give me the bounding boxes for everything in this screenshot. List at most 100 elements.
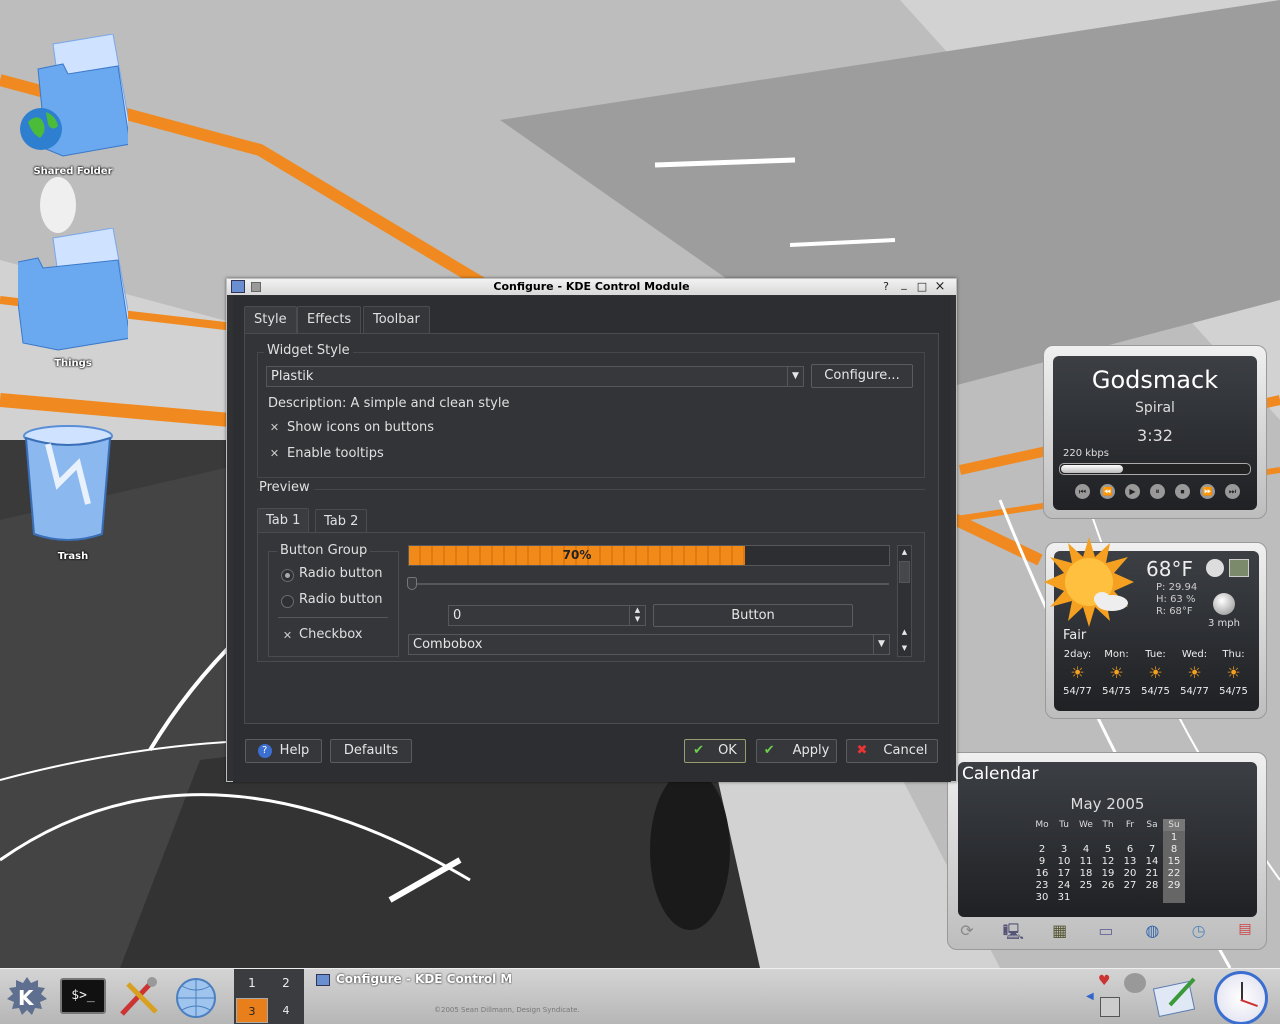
pager-desktop-1[interactable]: 1 xyxy=(236,971,268,996)
calendar-day[interactable]: 29 xyxy=(1163,879,1185,891)
tray-expand-arrow-icon[interactable]: ◀ xyxy=(1086,991,1094,1002)
scroll-up-icon[interactable]: ▲ xyxy=(898,626,911,639)
calendar-day[interactable]: 3 xyxy=(1053,843,1075,855)
tray-speaker-icon[interactable] xyxy=(1124,973,1146,993)
close-icon[interactable]: × xyxy=(933,280,947,294)
widget-style-combobox[interactable]: Plastik ▼ xyxy=(266,366,804,387)
last-track-icon[interactable]: ⏭ xyxy=(1225,484,1240,499)
calendar-day[interactable]: 1 xyxy=(1163,831,1185,843)
calendar-day[interactable]: 9 xyxy=(1031,855,1053,867)
calendar-day[interactable]: 22 xyxy=(1163,867,1185,879)
fast-forward-icon[interactable]: ⏩ xyxy=(1200,484,1215,499)
task-button-configure[interactable]: Configure - KDE Control Mo xyxy=(316,969,512,989)
pager-desktop-3[interactable]: 3 xyxy=(236,998,268,1023)
stop-icon[interactable]: ⏹ xyxy=(1175,484,1190,499)
preview-checkbox[interactable]: ✕ xyxy=(281,630,294,643)
preview-slider-track[interactable] xyxy=(409,583,889,585)
calendar-day[interactable]: 25 xyxy=(1075,879,1097,891)
calendar-day[interactable]: 8 xyxy=(1163,843,1185,855)
scrollbar-thumb[interactable] xyxy=(899,561,910,583)
preview-scrollbar[interactable]: ▲ ▲ ▼ xyxy=(897,545,912,657)
calendar-day[interactable]: 20 xyxy=(1119,867,1141,879)
maximize-icon[interactable]: □ xyxy=(915,280,929,294)
calendar-day[interactable]: 13 xyxy=(1119,855,1141,867)
notes-icon[interactable] xyxy=(1152,975,1202,1019)
tab-style[interactable]: Style xyxy=(244,306,297,334)
chip-icon[interactable]: ▦ xyxy=(1049,921,1071,943)
scroll-up-icon[interactable]: ▲ xyxy=(898,546,911,559)
calendar-day[interactable]: 15 xyxy=(1163,855,1185,867)
radio-button-1[interactable] xyxy=(281,569,294,582)
first-track-icon[interactable]: ⏮ xyxy=(1075,484,1090,499)
cancel-button[interactable]: ✖ Cancel xyxy=(846,739,938,763)
desktop-icon-trash[interactable]: Trash xyxy=(18,424,128,562)
kde-menu-icon[interactable]: K xyxy=(4,974,50,1020)
help-icon[interactable]: ? xyxy=(879,280,893,294)
window-menu-icon[interactable] xyxy=(231,280,245,293)
configure-button[interactable]: Configure... xyxy=(811,364,913,388)
preview-spinbox[interactable]: 0 ▲ ▼ xyxy=(448,605,646,626)
preview-slider-handle[interactable] xyxy=(407,577,417,590)
preview-checkbox-label[interactable]: Checkbox xyxy=(299,627,363,642)
calendar-day[interactable]: 11 xyxy=(1075,855,1097,867)
spinbox-arrows-icon[interactable]: ▲ ▼ xyxy=(629,606,645,625)
calendar-page-icon[interactable]: ▤ xyxy=(1234,921,1256,943)
calendar-day[interactable]: 26 xyxy=(1097,879,1119,891)
play-icon[interactable]: ▶ xyxy=(1125,484,1140,499)
terminal-icon[interactable]: $>_ xyxy=(60,978,106,1014)
pager-desktop-2[interactable]: 2 xyxy=(270,971,302,996)
preview-tab-2[interactable]: Tab 2 xyxy=(315,509,368,533)
calendar-day[interactable]: 2 xyxy=(1031,843,1053,855)
calendar-day[interactable]: 5 xyxy=(1097,843,1119,855)
calendar-day[interactable]: 16 xyxy=(1031,867,1053,879)
apply-button[interactable]: ✔ Apply xyxy=(756,739,837,763)
desktop-icon-things[interactable]: Things xyxy=(12,227,134,369)
calendar-day[interactable]: 18 xyxy=(1075,867,1097,879)
minimize-icon[interactable]: _ xyxy=(897,277,911,291)
sticky-icon[interactable] xyxy=(251,282,261,292)
rewind-icon[interactable]: ⏪ xyxy=(1100,484,1115,499)
enable-tooltips-checkbox[interactable]: ✕ xyxy=(268,448,281,461)
clock-icon[interactable]: ◷ xyxy=(1188,921,1210,943)
calendar-day[interactable]: 28 xyxy=(1141,879,1163,891)
radio-button-2-label[interactable]: Radio button xyxy=(299,592,383,607)
calendar-day[interactable]: 6 xyxy=(1119,843,1141,855)
control-center-icon[interactable] xyxy=(116,974,162,1020)
browser-globe-icon[interactable] xyxy=(172,974,218,1020)
calendar-day[interactable]: 14 xyxy=(1141,855,1163,867)
radar-map-icon[interactable] xyxy=(1229,559,1249,577)
preview-tab-1[interactable]: Tab 1 xyxy=(257,508,310,533)
calendar-day[interactable]: 30 xyxy=(1031,891,1053,903)
network-globe-icon[interactable]: ◍ xyxy=(1141,921,1163,943)
help-button[interactable]: ? Help xyxy=(245,739,322,763)
calendar-day[interactable]: 7 xyxy=(1141,843,1163,855)
show-icons-checkbox[interactable]: ✕ xyxy=(268,422,281,435)
ok-button[interactable]: ✔ OK xyxy=(684,739,746,763)
refresh-icon[interactable]: ⟳ xyxy=(956,921,978,943)
dialog-titlebar[interactable]: Configure - KDE Control Module ? _ □ × xyxy=(227,277,956,295)
computer-icon[interactable]: 🖳 xyxy=(1002,921,1024,943)
tab-effects[interactable]: Effects xyxy=(297,306,362,333)
tray-klipper-icon[interactable] xyxy=(1100,997,1120,1017)
track-progress-bar[interactable] xyxy=(1059,463,1251,475)
radio-button-1-label[interactable]: Radio button xyxy=(299,566,383,581)
calendar-day[interactable]: 10 xyxy=(1053,855,1075,867)
calendar-day[interactable]: 31 xyxy=(1053,891,1075,903)
pager-desktop-4[interactable]: 4 xyxy=(270,998,302,1023)
analog-clock-icon[interactable] xyxy=(1214,971,1268,1024)
scroll-down-icon[interactable]: ▼ xyxy=(898,642,911,655)
drive-icon[interactable]: ▭ xyxy=(1095,921,1117,943)
calendar-day[interactable]: 4 xyxy=(1075,843,1097,855)
tray-hearts-icon[interactable]: ♥ xyxy=(1098,973,1120,993)
desktop-icon-shared-folder[interactable]: Shared Folder xyxy=(18,33,134,177)
globe-icon[interactable] xyxy=(1206,559,1224,577)
radio-button-2[interactable] xyxy=(281,595,294,608)
calendar-day[interactable]: 23 xyxy=(1031,879,1053,891)
pause-icon[interactable]: ⏸ xyxy=(1150,484,1165,499)
defaults-button[interactable]: Defaults xyxy=(330,739,412,763)
enable-tooltips-label[interactable]: Enable tooltips xyxy=(287,446,384,461)
calendar-day[interactable]: 21 xyxy=(1141,867,1163,879)
calendar-day[interactable]: 19 xyxy=(1097,867,1119,879)
show-icons-label[interactable]: Show icons on buttons xyxy=(287,420,434,435)
preview-combobox[interactable]: Combobox ▼ xyxy=(408,634,890,655)
